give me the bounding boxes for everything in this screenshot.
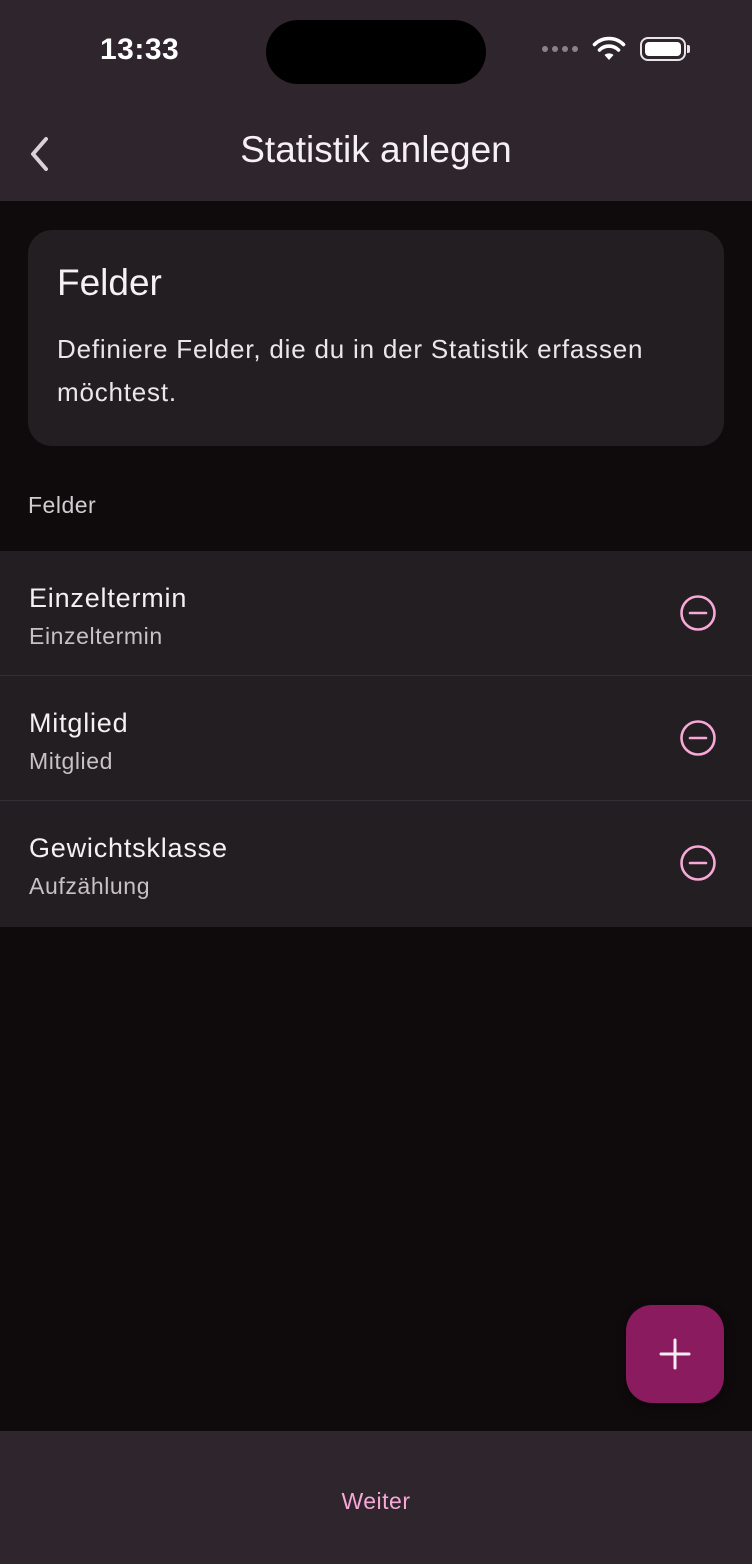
- minus-circle-icon[interactable]: [678, 593, 718, 633]
- top-bar: 13:33 Statistik anlegen: [0, 0, 752, 201]
- minus-circle-icon[interactable]: [678, 718, 718, 758]
- add-field-button[interactable]: [626, 1305, 724, 1403]
- status-time: 13:33: [100, 33, 180, 66]
- fields-list: Einzeltermin Einzeltermin Mitglied Mitgl…: [0, 551, 752, 927]
- section-label: Felder: [28, 492, 97, 518]
- cellular-signal-icon: [542, 46, 578, 52]
- info-card-title: Felder: [57, 262, 162, 303]
- field-type: Mitglied: [29, 748, 114, 774]
- info-card: Felder Definiere Felder, die du in der S…: [28, 230, 724, 446]
- page-title: Statistik anlegen: [240, 129, 512, 170]
- status-icons: [542, 36, 690, 62]
- list-item[interactable]: Mitglied Mitglied: [0, 676, 752, 801]
- dynamic-island: [266, 20, 486, 84]
- next-button[interactable]: Weiter: [276, 1471, 476, 1531]
- field-name: Mitglied: [29, 708, 129, 738]
- field-name: Gewichtsklasse: [29, 833, 228, 863]
- list-item[interactable]: Gewichtsklasse Aufzählung: [0, 801, 752, 927]
- field-name: Einzeltermin: [29, 583, 188, 613]
- info-card-description: Definiere Felder, die du in der Statisti…: [57, 334, 644, 407]
- field-type: Aufzählung: [29, 873, 151, 899]
- plus-icon: [659, 1338, 691, 1370]
- field-type: Einzeltermin: [29, 623, 163, 649]
- battery-icon: [640, 37, 690, 61]
- minus-circle-icon[interactable]: [678, 843, 718, 883]
- list-item[interactable]: Einzeltermin Einzeltermin: [0, 551, 752, 676]
- bottom-bar: Weiter: [0, 1431, 752, 1564]
- wifi-icon: [592, 36, 626, 60]
